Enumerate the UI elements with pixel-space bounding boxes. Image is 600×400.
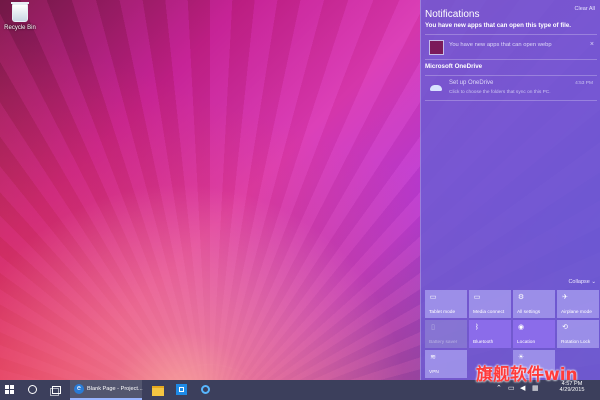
site-watermark: 旗舰软件win bbox=[476, 365, 578, 385]
notification-text: You have new apps that can open webp bbox=[449, 42, 552, 48]
quick-action-vpn[interactable]: ≋ VPN bbox=[425, 350, 467, 378]
tablet-icon: ▭ bbox=[429, 294, 437, 301]
clock-date: 4/29/2015 bbox=[559, 387, 585, 393]
notification-new-apps[interactable]: You have new apps that can open webp × bbox=[425, 34, 597, 60]
notification-group-title-onedrive: Microsoft OneDrive bbox=[425, 63, 483, 70]
search-button[interactable] bbox=[22, 380, 42, 400]
taskbar-app-label: Blank Page - Project... bbox=[87, 386, 143, 392]
collapse-button[interactable]: Collapse ⌄ bbox=[568, 279, 596, 285]
windows-logo-icon bbox=[5, 385, 15, 395]
quick-action-rotation-lock[interactable]: ⟲ Rotation Lock bbox=[557, 320, 599, 348]
quick-action-location[interactable]: ◉ Location bbox=[513, 320, 555, 348]
quick-action-tablet-mode[interactable]: ▭ Tablet mode bbox=[425, 290, 467, 318]
quick-action-bluetooth[interactable]: ᛒ Bluetooth bbox=[469, 320, 511, 348]
file-explorer-button[interactable] bbox=[148, 380, 168, 400]
cortana-circle-icon bbox=[28, 385, 37, 394]
task-view-button[interactable] bbox=[46, 380, 66, 400]
keyboard-icon[interactable]: ▦ bbox=[532, 384, 539, 392]
quick-action-label: Rotation Lock bbox=[561, 340, 591, 345]
clear-all-button[interactable]: Clear All bbox=[575, 6, 595, 12]
notification-group-title-apps: You have new apps that can open this typ… bbox=[425, 22, 572, 29]
onedrive-cloud-icon bbox=[430, 85, 442, 91]
action-center-panel: Notifications Clear All You have new app… bbox=[420, 0, 600, 380]
quick-action-all-settings[interactable]: ⚙ All settings bbox=[513, 290, 555, 318]
notification-onedrive[interactable]: Set up OneDrive Click to choose the fold… bbox=[425, 75, 597, 101]
vpn-icon: ≋ bbox=[430, 354, 436, 361]
quick-action-battery-saver[interactable]: ▯ Battery saver bbox=[425, 320, 467, 348]
browser-button[interactable] bbox=[196, 380, 216, 400]
volume-icon[interactable]: ◀ bbox=[520, 384, 525, 392]
recycle-bin-label: Recycle Bin bbox=[4, 25, 36, 31]
quick-action-label: VPN bbox=[429, 370, 439, 375]
quick-action-airplane-mode[interactable]: ✈ Airplane mode bbox=[557, 290, 599, 318]
store-button[interactable] bbox=[172, 380, 192, 400]
action-center-title: Notifications bbox=[425, 9, 480, 20]
notification-time: 4:53 PM bbox=[575, 81, 593, 86]
internet-explorer-icon: e bbox=[74, 384, 84, 394]
browser-e-icon bbox=[201, 385, 210, 394]
quick-action-label: Airplane mode bbox=[561, 310, 592, 315]
store-bag-icon bbox=[176, 384, 187, 395]
quick-action-media-connect[interactable]: ▭ Media connect bbox=[469, 290, 511, 318]
recycle-bin-icon bbox=[11, 2, 29, 22]
taskbar-app-blank-page[interactable]: e Blank Page - Project... bbox=[70, 380, 143, 400]
connect-icon: ▭ bbox=[473, 294, 481, 301]
quick-action-label: Tablet mode bbox=[429, 310, 456, 315]
recycle-bin-shortcut[interactable]: Recycle Bin bbox=[4, 2, 36, 31]
notification-title: Set up OneDrive bbox=[449, 80, 494, 86]
start-button[interactable] bbox=[0, 380, 20, 400]
gear-icon: ⚙ bbox=[517, 294, 525, 301]
show-hidden-icons-chevron-icon[interactable]: ⌃ bbox=[496, 384, 502, 392]
bluetooth-icon: ᛒ bbox=[474, 324, 480, 331]
location-icon: ◉ bbox=[517, 324, 525, 331]
notification-text: Click to choose the folders that sync on… bbox=[449, 90, 551, 95]
network-icon[interactable]: ▭ bbox=[508, 384, 515, 392]
action-center-header: Notifications Clear All bbox=[425, 4, 597, 20]
notification-close-icon[interactable]: × bbox=[590, 41, 594, 48]
app-thumbnail-icon bbox=[429, 40, 444, 55]
quick-action-label: Battery saver bbox=[429, 340, 458, 345]
folder-icon bbox=[152, 386, 164, 396]
quick-action-label: Location bbox=[517, 340, 536, 345]
rotation-icon: ⟲ bbox=[562, 324, 568, 331]
airplane-icon: ✈ bbox=[562, 294, 568, 301]
quick-action-label: Bluetooth bbox=[473, 340, 494, 345]
quick-action-label: All settings bbox=[517, 310, 541, 315]
quick-action-label: Media connect bbox=[473, 310, 505, 315]
battery-icon: ▯ bbox=[431, 324, 435, 331]
